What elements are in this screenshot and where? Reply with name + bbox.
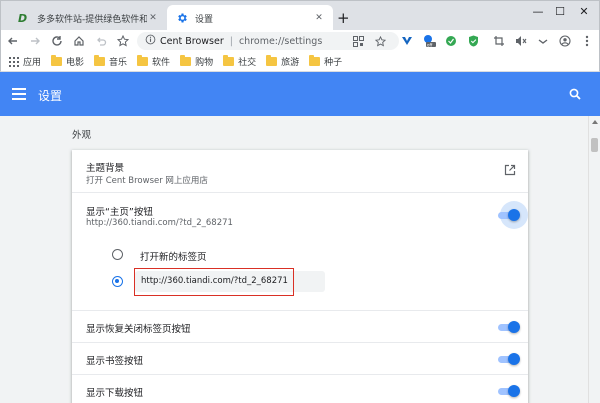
menu-icon[interactable] — [12, 88, 26, 100]
svg-text:D: D — [18, 12, 27, 25]
dd-logo-icon: D — [17, 11, 31, 25]
forward-icon[interactable] — [27, 33, 43, 49]
bookmark-button-row[interactable]: 显示书签按钮 — [72, 342, 528, 374]
restore-tab-row[interactable]: 显示恢复关闭标签页按钮 — [72, 310, 528, 342]
bookmark-label: 种子 — [324, 58, 343, 68]
folder-icon — [94, 55, 106, 66]
bookmark-label: 社交 — [238, 58, 257, 68]
extension-green-icon[interactable] — [443, 33, 459, 49]
close-window-icon[interactable]: ✕ — [577, 5, 591, 18]
maximize-icon[interactable]: ☐ — [553, 5, 567, 18]
scroll-up-arrow-icon[interactable] — [592, 120, 598, 124]
menu-dots-icon[interactable] — [579, 33, 595, 49]
tab-strip: D 多多软件站-提供绿色软件和热门单机 ✕ 设置 ✕ + — ☐ ✕ — [0, 0, 600, 31]
bookmark-label: 音乐 — [109, 58, 128, 68]
reload-icon[interactable] — [49, 33, 65, 49]
site-name: Cent Browser — [160, 35, 224, 47]
bookmark-label: 应用 — [23, 58, 42, 68]
bookmark-folder[interactable]: 购物 — [180, 55, 213, 68]
scroll-thumb[interactable] — [591, 138, 598, 152]
bookmark-label: 电影 — [66, 58, 85, 68]
radio-new-tab[interactable] — [112, 249, 123, 260]
theme-sub: 打开 Cent Browser 网上应用店 — [86, 176, 208, 186]
url-separator: | — [229, 35, 233, 47]
radio-new-tab-label: 打开新的标签页 — [140, 252, 207, 263]
toggle-knob — [508, 209, 520, 221]
settings-content: 外观 主题背景 打开 Cent Browser 网上应用店 显示“主页”按钮 h… — [0, 116, 588, 403]
bookmarks-bar: 应用 电影 音乐 软件 购物 社交 旅游 种子 — [0, 52, 600, 72]
theme-row[interactable]: 主题背景 打开 Cent Browser 网上应用店 — [72, 150, 528, 192]
bookmark-folder[interactable]: 电影 — [51, 55, 84, 68]
gear-icon — [175, 11, 189, 25]
download-button-row[interactable]: 显示下载按钮 — [72, 374, 528, 403]
external-link-icon[interactable] — [504, 164, 516, 176]
scrollbar[interactable] — [588, 116, 600, 403]
crop-icon[interactable] — [491, 33, 507, 49]
bookmark-label: 显示书签按钮 — [86, 356, 144, 367]
bookmark-label: 购物 — [195, 58, 214, 68]
folder-icon — [180, 55, 192, 66]
download-toggle[interactable] — [496, 385, 520, 397]
qr-code-icon[interactable] — [351, 34, 365, 48]
home-toggle[interactable] — [496, 201, 528, 229]
url-text: chrome://settings — [238, 35, 323, 47]
bookmark-folder[interactable]: 软件 — [137, 55, 170, 68]
theme-label: 主题背景 — [86, 163, 125, 174]
section-title: 外观 — [72, 130, 92, 141]
bookmark-folder[interactable]: 音乐 — [94, 55, 127, 68]
restore-toggle[interactable] — [496, 321, 520, 333]
bookmark-toggle[interactable] — [496, 353, 520, 365]
download-label: 显示下载按钮 — [86, 388, 144, 399]
settings-header: 设置 — [0, 72, 600, 116]
svg-text:off: off — [427, 42, 432, 47]
home-sub: http://360.tiandi.com/?td_2_68271 — [86, 218, 233, 228]
tab-duoduo[interactable]: D 多多软件站-提供绿色软件和热门单机 ✕ — [9, 5, 167, 31]
gesture-icon[interactable] — [535, 33, 551, 49]
new-tab-icon[interactable]: + — [337, 9, 350, 27]
undo-icon[interactable] — [93, 33, 109, 49]
close-icon[interactable]: ✕ — [147, 13, 159, 23]
account-icon[interactable] — [557, 33, 573, 49]
page-title: 设置 — [38, 89, 63, 103]
restore-label: 显示恢复关闭标签页按钮 — [86, 324, 191, 335]
toggle-knob — [508, 321, 520, 333]
home-label: 显示“主页”按钮 — [86, 207, 153, 218]
highlight-box — [134, 268, 294, 296]
folder-icon — [137, 55, 149, 66]
extension-v-icon[interactable] — [399, 33, 415, 49]
folder-icon — [51, 55, 63, 66]
minimize-icon[interactable]: — — [531, 5, 545, 18]
mute-icon[interactable] — [513, 33, 529, 49]
toggle-knob — [508, 385, 520, 397]
bookmark-star-icon[interactable] — [373, 34, 387, 48]
bookmark-folder[interactable]: 社交 — [223, 55, 256, 68]
address-bar[interactable]: Cent Browser | chrome://settings — [137, 32, 399, 50]
tab-title: 设置 — [195, 14, 214, 25]
bookmark-label: 旅游 — [281, 58, 300, 68]
folder-icon — [309, 55, 321, 66]
close-icon[interactable]: ✕ — [313, 13, 325, 23]
info-icon[interactable] — [145, 34, 156, 48]
apps-grid-icon — [9, 56, 19, 67]
tab-title: 多多软件站-提供绿色软件和热门单机 — [37, 14, 147, 25]
appearance-card: 主题背景 打开 Cent Browser 网上应用店 显示“主页”按钮 http… — [72, 150, 528, 403]
home-icon[interactable] — [71, 33, 87, 49]
radio-custom-url[interactable] — [112, 276, 123, 287]
toggle-knob — [508, 353, 520, 365]
folder-icon — [266, 55, 278, 66]
folder-icon — [223, 55, 235, 66]
back-icon[interactable] — [5, 33, 21, 49]
bookmark-folder[interactable]: 旅游 — [266, 55, 299, 68]
search-icon[interactable] — [569, 88, 583, 102]
toolbar: Cent Browser | chrome://settings off — [0, 30, 600, 52]
shield-icon[interactable] — [465, 33, 481, 49]
bookmark-label: 软件 — [152, 58, 171, 68]
star-icon[interactable] — [115, 33, 131, 49]
bookmark-apps[interactable]: 应用 — [9, 55, 41, 68]
extension-off-icon[interactable]: off — [421, 33, 437, 49]
bookmark-folder[interactable]: 种子 — [309, 55, 342, 68]
tab-settings[interactable]: 设置 ✕ — [167, 5, 333, 31]
